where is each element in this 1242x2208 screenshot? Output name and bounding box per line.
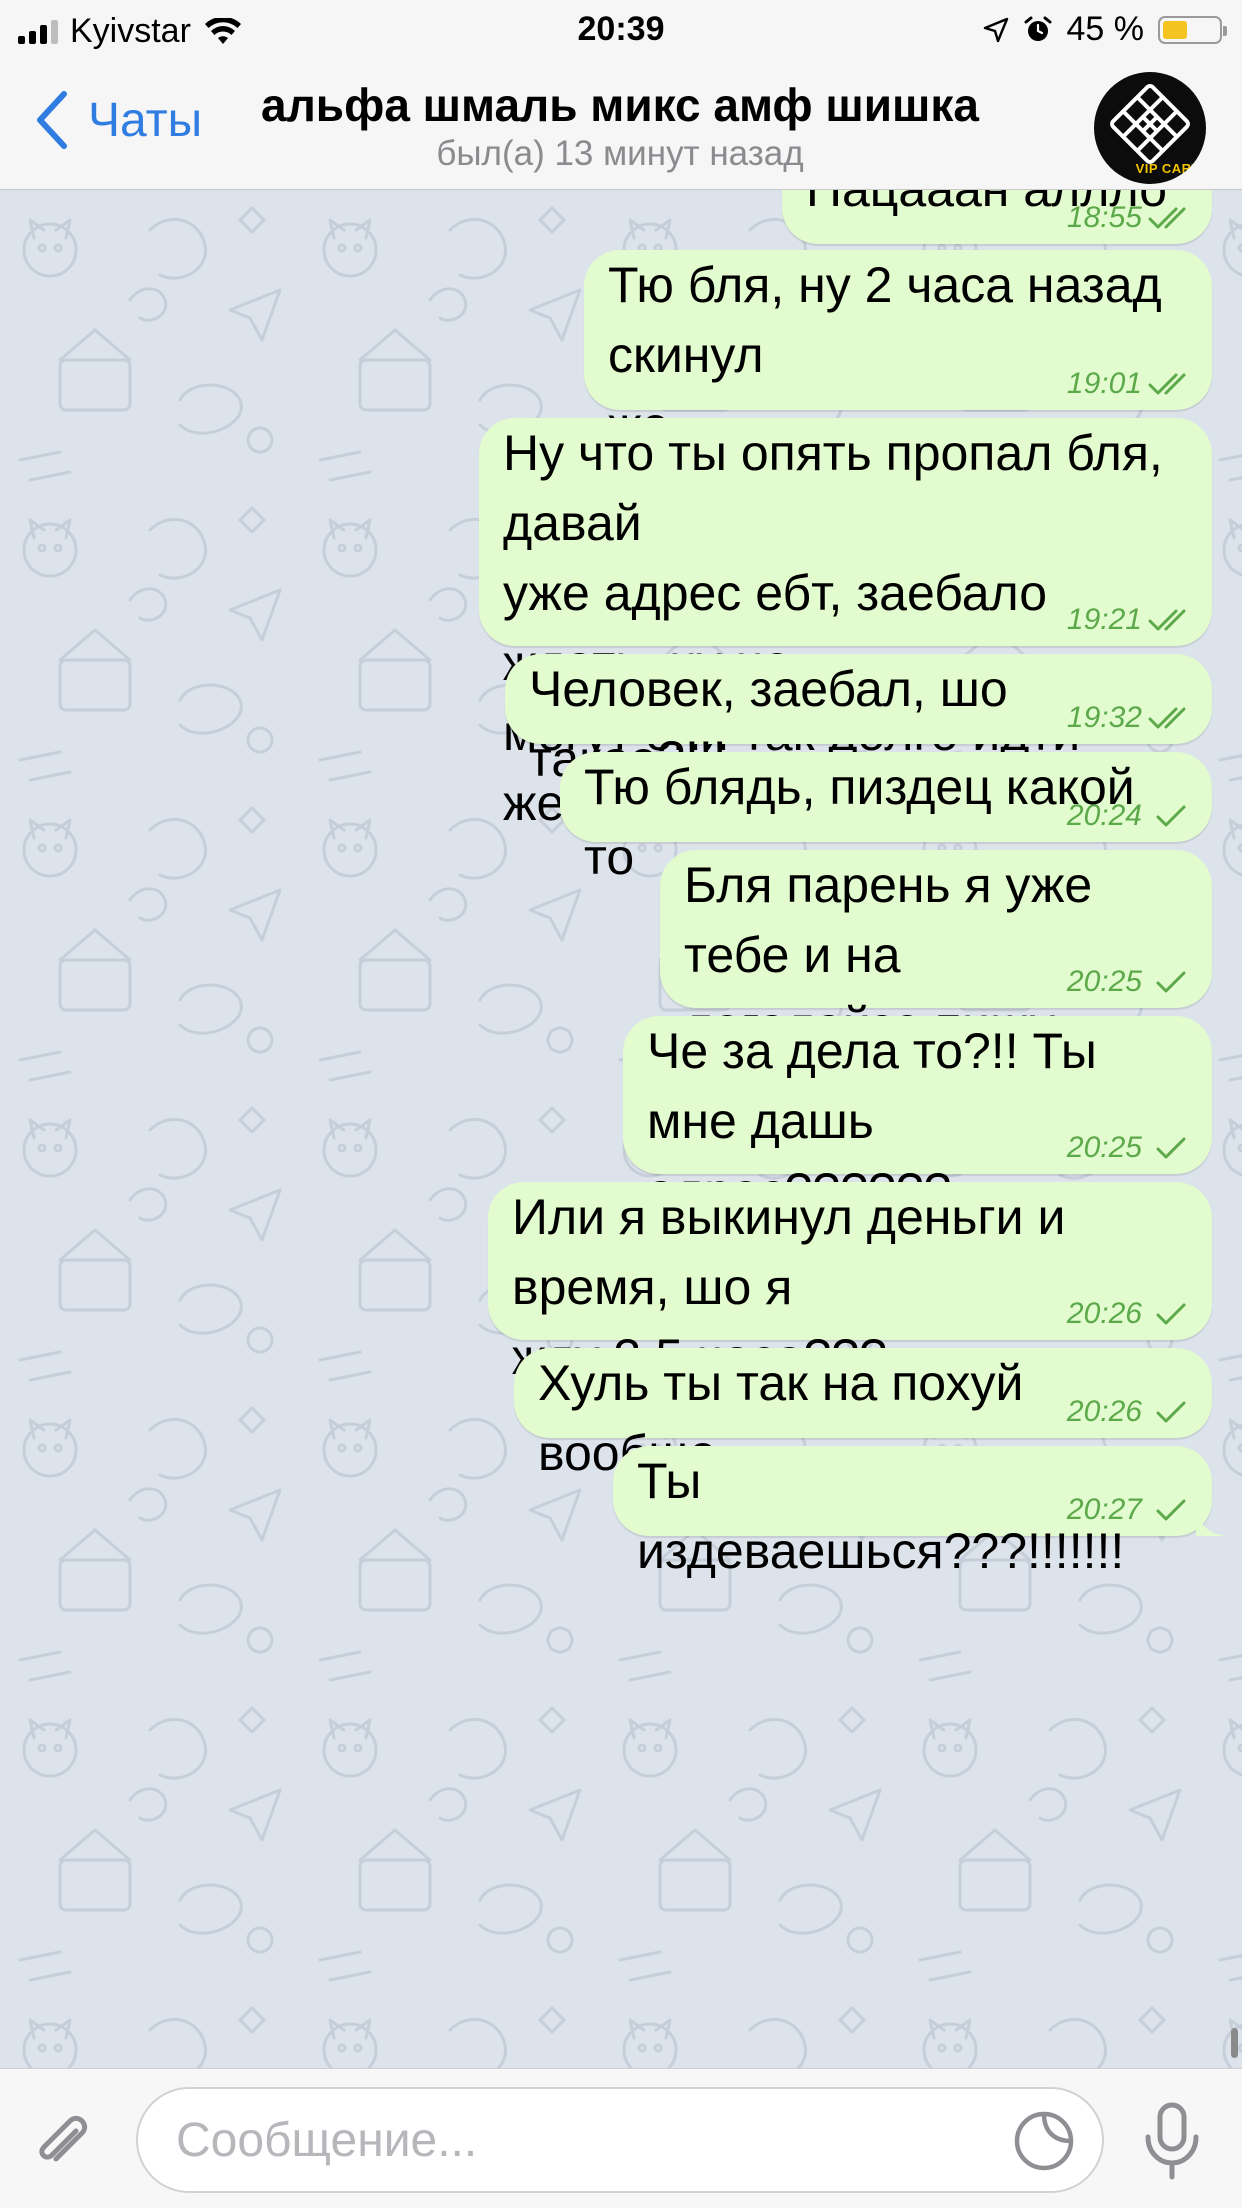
message-time: 20:27	[1066, 1493, 1142, 1526]
message-meta: 20:27	[1067, 1490, 1194, 1530]
chevron-left-icon	[37, 91, 67, 149]
message-bubble[interactable]: Человек, заебал, шо такое?!!!19:32	[505, 654, 1212, 787]
message-bubble[interactable]: Тю бля, ну 2 часа назад скинул же......1…	[584, 250, 1212, 453]
microphone-icon[interactable]	[1142, 2101, 1202, 2181]
message-meta: 19:32	[1067, 698, 1194, 738]
scrollbar[interactable]	[1231, 2028, 1238, 2058]
bubble-tail	[1196, 1506, 1226, 1536]
message-bubble[interactable]: Тю блядь, пиздец какой то 20:24	[560, 752, 1212, 885]
message-bubble[interactable]: Ну что ты опять пропал бля, давай уже ад…	[479, 418, 1212, 831]
chat-title[interactable]: альфа шмаль микс амф шишка	[240, 78, 1000, 132]
message-input[interactable]	[136, 2087, 1104, 2193]
avatar-logo-text: VIP CART	[1135, 161, 1200, 176]
message-input-bar	[0, 2068, 1242, 2208]
sticker-icon[interactable]	[1012, 2109, 1076, 2173]
message-time: 20:26	[1066, 1297, 1142, 1330]
check-icon	[1156, 1499, 1186, 1521]
message-bubble[interactable]: Пацааан аллло18:55	[782, 190, 1212, 244]
alarm-icon	[1024, 16, 1051, 41]
message-bubble[interactable]: Или я выкинул деньги и время, шо я жду 3…	[488, 1182, 1212, 1385]
check-icon	[1156, 971, 1186, 993]
message-bubble[interactable]: Че за дела то?!! Ты мне дашь адрес??????…	[623, 1016, 1212, 1219]
message-time: 19:32	[1066, 701, 1142, 734]
message-bubble[interactable]: Хуль ты так на похуй вообще20:26	[514, 1348, 1212, 1481]
message-time: 20:26	[1066, 1395, 1142, 1428]
double-check-icon	[1148, 207, 1186, 229]
message-time: 19:01	[1066, 367, 1142, 400]
message-meta: 19:01	[1067, 364, 1194, 404]
paperclip-icon[interactable]	[30, 2111, 96, 2177]
last-seen-status: был(а) 13 минут назад	[436, 134, 804, 173]
message-meta: 20:24	[1067, 796, 1194, 836]
back-button[interactable]: Чаты	[34, 90, 202, 150]
status-bar: Kyivstar 20:39 45 %	[0, 0, 1242, 60]
message-meta: 20:26	[1067, 1294, 1194, 1334]
battery-icon	[1158, 15, 1227, 44]
message-time: 20:24	[1066, 799, 1142, 832]
message-meta: 20:25	[1067, 962, 1194, 1002]
message-bubble[interactable]: Ты издеваешься???!!!!!!! 20:27	[613, 1446, 1226, 1579]
message-meta: 18:55	[1067, 198, 1194, 238]
avatar[interactable]: VIP CART	[1094, 72, 1206, 184]
message-bubble[interactable]: Бля парень я уже тебе и на легалайзе пиш…	[660, 850, 1212, 1053]
message-meta: 20:25	[1067, 1128, 1194, 1168]
check-icon	[1156, 1401, 1186, 1423]
message-time: 20:25	[1066, 1131, 1142, 1164]
double-check-icon	[1148, 373, 1186, 395]
message-time: 19:21	[1066, 603, 1142, 636]
status-right: 45 %	[983, 10, 1227, 49]
check-icon	[1156, 805, 1186, 827]
message-list[interactable]: Пацааан аллло18:55 Тю бля, ну 2 часа наза…	[0, 190, 1242, 2068]
message-time: 18:55	[1066, 201, 1142, 234]
message-meta: 19:21	[1067, 600, 1194, 640]
message-meta: 20:26	[1067, 1392, 1194, 1432]
message-time: 20:25	[1066, 965, 1142, 998]
double-check-icon	[1148, 609, 1186, 631]
location-icon	[983, 17, 1008, 42]
check-icon	[1156, 1303, 1186, 1325]
chat-header: Чаты альфа шмаль микс амф шишка был(а) 1…	[0, 60, 1242, 190]
battery-percent: 45 %	[1066, 10, 1145, 48]
back-label: Чаты	[88, 93, 203, 147]
double-check-icon	[1148, 707, 1186, 729]
check-icon	[1156, 1137, 1186, 1159]
